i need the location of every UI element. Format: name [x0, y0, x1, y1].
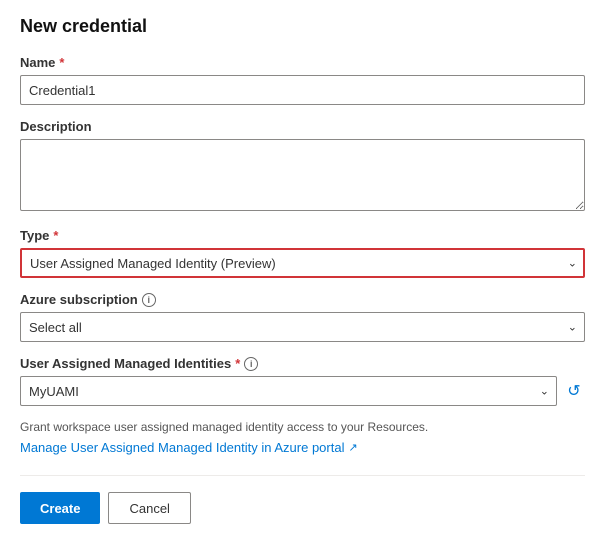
refresh-icon[interactable]: ↺	[563, 380, 585, 402]
hint-text: Grant workspace user assigned managed id…	[20, 420, 585, 434]
type-select-wrapper: User Assigned Managed Identity (Preview)…	[20, 248, 585, 278]
create-button[interactable]: Create	[20, 492, 100, 524]
name-required-star: *	[59, 55, 64, 70]
azure-subscription-group: Azure subscription i Select all ⌄	[20, 292, 585, 342]
uami-label: User Assigned Managed Identities * i	[20, 356, 585, 371]
type-select[interactable]: User Assigned Managed Identity (Preview)…	[20, 248, 585, 278]
name-label: Name *	[20, 55, 585, 70]
uami-group: User Assigned Managed Identities * i MyU…	[20, 356, 585, 406]
type-label: Type *	[20, 228, 585, 243]
azure-subscription-info-icon[interactable]: i	[142, 293, 156, 307]
cancel-button[interactable]: Cancel	[108, 492, 190, 524]
azure-subscription-select[interactable]: Select all	[20, 312, 585, 342]
description-group: Description	[20, 119, 585, 214]
type-required-star: *	[53, 228, 58, 243]
uami-select-wrapper: MyUAMI ⌄	[20, 376, 557, 406]
type-group: Type * User Assigned Managed Identity (P…	[20, 228, 585, 278]
azure-subscription-label: Azure subscription i	[20, 292, 585, 307]
external-link-icon: ↗	[348, 441, 357, 454]
uami-select[interactable]: MyUAMI	[20, 376, 557, 406]
name-group: Name *	[20, 55, 585, 105]
uami-info-icon[interactable]: i	[244, 357, 258, 371]
uami-required-star: *	[235, 356, 240, 371]
description-label: Description	[20, 119, 585, 134]
page-title: New credential	[20, 16, 585, 37]
azure-portal-link[interactable]: Manage User Assigned Managed Identity in…	[20, 440, 358, 455]
uami-select-row: MyUAMI ⌄ ↺	[20, 376, 585, 406]
name-input[interactable]	[20, 75, 585, 105]
footer-buttons: Create Cancel	[20, 492, 585, 524]
azure-subscription-select-wrapper: Select all ⌄	[20, 312, 585, 342]
page-container: New credential Name * Description Type *…	[0, 0, 605, 544]
description-input[interactable]	[20, 139, 585, 211]
footer-divider	[20, 475, 585, 476]
